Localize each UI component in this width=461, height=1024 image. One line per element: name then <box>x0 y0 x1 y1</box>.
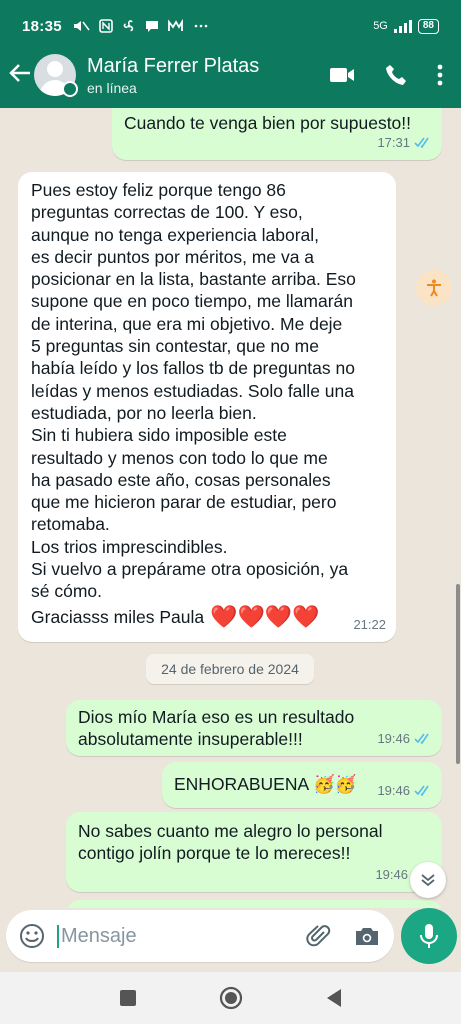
message-text: No sabes cuanto me alegro lo personal co… <box>78 821 383 864</box>
message-outgoing[interactable]: No sabes cuanto me alegro lo personal co… <box>66 812 442 892</box>
message-composer <box>6 910 394 962</box>
attach-icon[interactable] <box>306 923 332 949</box>
network-label: 5G <box>373 20 388 32</box>
party-emoji: 🥳🥳 <box>313 774 357 794</box>
back-nav-icon[interactable] <box>325 988 343 1008</box>
contact-name: María Ferrer Platas <box>87 55 260 77</box>
message-meta: 19:46 <box>377 780 432 802</box>
message-outgoing[interactable]: ENHORABUENA 🥳🥳 19:46 <box>162 762 442 808</box>
message-time: 19:46 <box>377 782 410 798</box>
header-actions <box>329 64 461 86</box>
chat-bubble-icon <box>145 21 158 32</box>
read-ticks-icon <box>414 785 429 797</box>
status-time: 18:35 <box>22 17 62 35</box>
chat-area[interactable]: Cuando te venga bien por supuesto!! 17:3… <box>0 108 461 908</box>
hearts-emoji: ❤️❤️❤️❤️ <box>210 603 320 629</box>
top-bar: 18:35 5G 88 María Ferrer Platas en línea <box>0 0 461 108</box>
camera-icon[interactable] <box>354 924 380 948</box>
scroll-down-icon[interactable] <box>410 862 446 898</box>
emoji-icon[interactable] <box>19 923 45 949</box>
message-closing: Graciasss miles Paula <box>31 606 205 627</box>
contact-info[interactable]: María Ferrer Platas en línea <box>87 54 259 96</box>
message-outgoing[interactable]: Cuando te venga bien por supuesto!! 17:3… <box>112 108 442 160</box>
message-time: 19:46 <box>377 730 410 746</box>
more-options-icon[interactable] <box>437 64 443 86</box>
chat-header: María Ferrer Platas en línea <box>0 44 461 106</box>
status-ring-icon <box>62 81 78 97</box>
fan-icon <box>123 20 134 32</box>
message-meta: 19:46 <box>377 728 432 750</box>
notification-icons <box>72 19 209 33</box>
nfc-icon <box>99 19 113 33</box>
message-incoming[interactable]: Pues estoy feliz porque tengo 86 pregunt… <box>18 172 396 642</box>
message-outgoing-partial[interactable] <box>66 900 442 908</box>
back-arrow-icon[interactable] <box>0 63 36 88</box>
date-divider: 24 de febrero de 2024 <box>146 654 314 684</box>
presence-status: en línea <box>87 80 137 96</box>
message-input[interactable] <box>57 924 287 948</box>
mute-icon <box>73 21 90 31</box>
read-ticks-icon <box>414 137 429 149</box>
message-closing-line: Graciasss miles Paula ❤️❤️❤️❤️ <box>31 603 384 629</box>
video-call-icon[interactable] <box>329 66 355 84</box>
battery-icon: 88 <box>417 18 439 34</box>
m-app-icon <box>167 19 183 31</box>
home-icon[interactable] <box>219 986 243 1010</box>
signal-icon <box>393 19 412 33</box>
message-time: 19:46 <box>375 866 408 882</box>
message-text: Pues estoy feliz porque tengo 86 pregunt… <box>31 180 356 602</box>
message-meta: 19:46 <box>375 864 408 886</box>
message-outgoing[interactable]: Dios mío María eso es un resultado absol… <box>66 700 442 756</box>
mic-icon[interactable] <box>401 908 457 964</box>
recents-icon[interactable] <box>119 989 137 1007</box>
accessibility-icon[interactable] <box>416 270 452 306</box>
message-time: 17:31 <box>377 134 410 150</box>
message-meta: 17:31 <box>377 132 432 154</box>
more-notifications-icon <box>194 24 208 28</box>
message-meta: 21:22 <box>353 614 386 636</box>
scrollbar[interactable] <box>456 584 460 764</box>
message-time: 21:22 <box>353 616 386 632</box>
phone-icon[interactable] <box>385 64 407 86</box>
read-ticks-icon <box>414 733 429 745</box>
system-nav-bar <box>0 972 461 1024</box>
status-right: 5G 88 <box>373 18 439 34</box>
message-text: ENHORABUENA <box>174 774 309 794</box>
